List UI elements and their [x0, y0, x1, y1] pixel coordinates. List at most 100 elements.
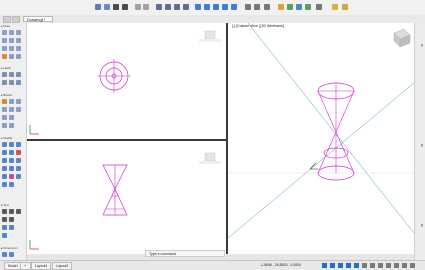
- block-icon[interactable]: [9, 80, 14, 85]
- justify-icon[interactable]: [9, 225, 14, 230]
- break-icon[interactable]: [9, 174, 14, 179]
- find-icon[interactable]: [9, 217, 14, 222]
- array-icon[interactable]: [16, 158, 21, 163]
- tab-options-button[interactable]: [12, 16, 20, 23]
- fillet-icon[interactable]: [2, 158, 7, 163]
- ole-icon[interactable]: [16, 107, 21, 112]
- spell-icon[interactable]: [2, 217, 7, 222]
- linear-dim-icon[interactable]: [2, 252, 7, 257]
- match-icon[interactable]: [222, 4, 228, 10]
- attribute-icon[interactable]: [16, 99, 21, 104]
- viewport-custom[interactable]: [228, 23, 414, 254]
- paste-icon[interactable]: [213, 4, 219, 10]
- circle-icon[interactable]: [2, 38, 7, 43]
- section-draw[interactable]: ▸ Draw: [1, 24, 25, 28]
- zoom-icon[interactable]: [254, 4, 260, 10]
- grid-toggle-icon[interactable]: [322, 263, 327, 268]
- viewcube-icon[interactable]: [199, 30, 221, 42]
- preview-icon[interactable]: [165, 4, 171, 10]
- explode-icon[interactable]: [2, 182, 7, 187]
- snap-toggle-icon[interactable]: [330, 263, 335, 268]
- orbit-icon[interactable]: [264, 4, 270, 10]
- trim-icon[interactable]: [16, 166, 21, 171]
- join-icon[interactable]: [16, 174, 21, 179]
- palette-tab-3[interactable]: ▮: [418, 223, 424, 227]
- polyline-icon[interactable]: [9, 30, 14, 35]
- quick-calc-icon[interactable]: [332, 4, 338, 10]
- copy-tool-icon[interactable]: [9, 142, 14, 147]
- design-center-icon[interactable]: [287, 4, 293, 10]
- section-modify[interactable]: ▸ Modify: [1, 136, 25, 140]
- ortho-toggle-icon[interactable]: [338, 263, 343, 268]
- open-icon[interactable]: [104, 4, 110, 10]
- plot-icon[interactable]: [183, 4, 189, 10]
- offset-icon[interactable]: [2, 166, 7, 171]
- publish-icon[interactable]: [174, 4, 180, 10]
- markup-icon[interactable]: [316, 4, 322, 10]
- field-icon[interactable]: [2, 115, 7, 120]
- image-icon[interactable]: [9, 107, 14, 112]
- pan-icon[interactable]: [245, 4, 251, 10]
- cut-icon[interactable]: [195, 4, 201, 10]
- viewport-label[interactable]: [-] [Custom View ] [2D Wireframe]: [232, 24, 284, 29]
- layer-icon[interactable]: [231, 4, 237, 10]
- edit-block-icon[interactable]: [9, 99, 14, 104]
- lengthen-icon[interactable]: [9, 182, 14, 187]
- scale-icon[interactable]: [9, 166, 14, 171]
- aligned-dim-icon[interactable]: [9, 252, 14, 257]
- mtext-icon[interactable]: [2, 209, 7, 214]
- xline-icon[interactable]: [9, 46, 14, 51]
- scale-text-icon[interactable]: [2, 225, 7, 230]
- link-icon[interactable]: [9, 115, 14, 120]
- osnap-toggle-icon[interactable]: [354, 263, 359, 268]
- insert-icon[interactable]: [16, 80, 21, 85]
- palette-tab-1[interactable]: ▮: [418, 43, 424, 47]
- hatch-icon[interactable]: [2, 72, 7, 77]
- section-dimension[interactable]: ▸ Dimension: [1, 246, 25, 250]
- gradient-icon[interactable]: [9, 72, 14, 77]
- ray-icon[interactable]: [16, 46, 21, 51]
- transparency-toggle-icon[interactable]: [378, 263, 383, 268]
- otrack-toggle-icon[interactable]: [362, 263, 367, 268]
- erase-icon[interactable]: [16, 150, 21, 155]
- save-icon[interactable]: [113, 4, 119, 10]
- fullscreen-icon[interactable]: [410, 263, 415, 268]
- palette-tab-2[interactable]: ▮: [418, 143, 424, 147]
- create-block-icon[interactable]: [2, 99, 7, 104]
- table-icon[interactable]: [2, 80, 7, 85]
- undo-icon[interactable]: [135, 4, 141, 10]
- viewport-front[interactable]: [27, 141, 226, 254]
- line-icon[interactable]: [2, 30, 7, 35]
- boundary-icon[interactable]: [16, 72, 21, 77]
- help-icon[interactable]: [342, 4, 348, 10]
- region-icon[interactable]: [9, 54, 14, 59]
- mirror-icon[interactable]: [9, 150, 14, 155]
- rotate-icon[interactable]: [2, 150, 7, 155]
- lineweight-toggle-icon[interactable]: [370, 263, 375, 268]
- polar-toggle-icon[interactable]: [346, 263, 351, 268]
- extend-icon[interactable]: [2, 174, 7, 179]
- text-icon[interactable]: [9, 209, 14, 214]
- menu-button[interactable]: [3, 16, 11, 23]
- leader-icon[interactable]: [2, 233, 7, 238]
- arc-icon[interactable]: [16, 30, 21, 35]
- chamfer-icon[interactable]: [9, 158, 14, 163]
- viewcube-icon[interactable]: [393, 28, 411, 48]
- viewcube-icon[interactable]: [199, 152, 221, 164]
- new-icon[interactable]: [95, 4, 101, 10]
- command-input[interactable]: Type a command: [145, 250, 225, 257]
- sheet-set-icon[interactable]: [305, 4, 311, 10]
- ungroup-icon[interactable]: [9, 123, 14, 128]
- wipeout-icon[interactable]: [16, 54, 21, 59]
- print-icon[interactable]: [156, 4, 162, 10]
- properties-icon[interactable]: [278, 4, 284, 10]
- redo-icon[interactable]: [143, 4, 149, 10]
- viewport-top[interactable]: [27, 23, 226, 140]
- section-text[interactable]: ▸ Text: [1, 203, 25, 207]
- customize-icon[interactable]: [402, 263, 407, 268]
- section-hatch[interactable]: ▸ Hatch: [1, 66, 25, 70]
- save-as-icon[interactable]: [122, 4, 128, 10]
- xref-icon[interactable]: [2, 107, 7, 112]
- move-icon[interactable]: [2, 142, 7, 147]
- point-icon[interactable]: [2, 54, 7, 59]
